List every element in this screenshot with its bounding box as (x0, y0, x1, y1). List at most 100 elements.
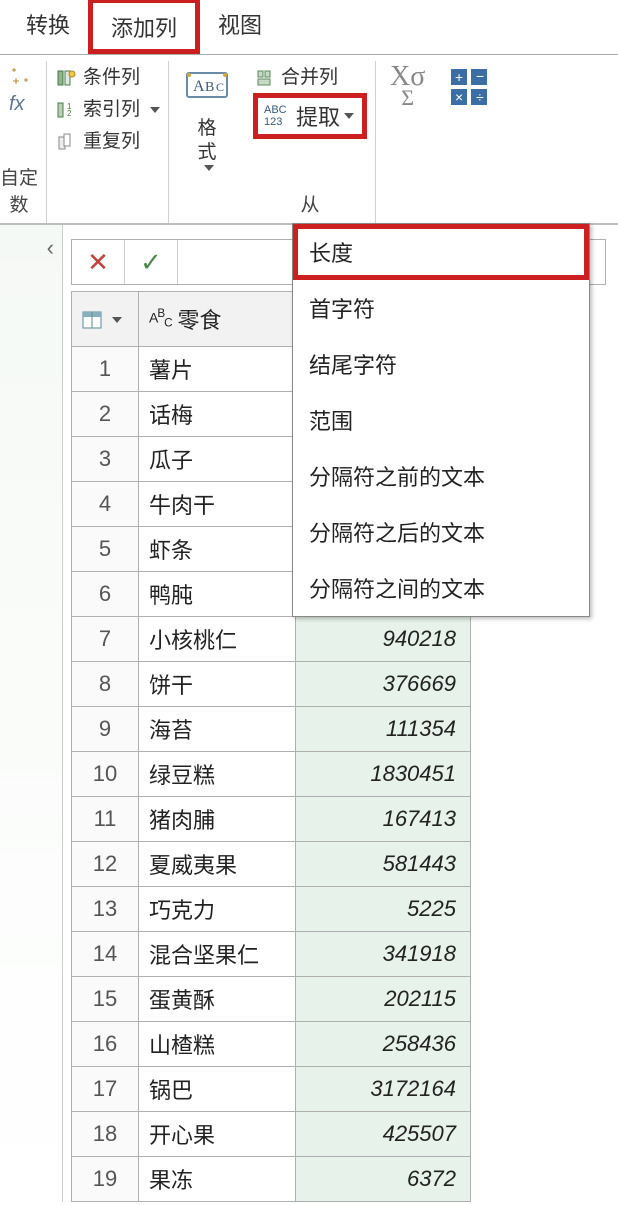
cell-value[interactable]: 425507 (296, 1112, 471, 1157)
ribbon-group-stats: XσΣ + − × ÷ (376, 61, 503, 223)
cell-name[interactable]: 蛋黄酥 (139, 977, 296, 1022)
cell-value[interactable]: 167413 (296, 797, 471, 842)
column-header-name[interactable]: ABC 零食 (139, 292, 296, 347)
row-number: 6 (72, 572, 139, 617)
table-row[interactable]: 18开心果425507 (72, 1112, 471, 1157)
dropdown-item-firstchar[interactable]: 首字符 (293, 280, 589, 336)
extract-icon: ABC123 (262, 101, 292, 131)
cell-value[interactable]: 940218 (296, 617, 471, 662)
conditional-column-button[interactable]: 条件列 (55, 65, 160, 91)
svg-text:B: B (205, 80, 214, 95)
merge-columns-label: 合并列 (281, 65, 338, 91)
row-header-corner[interactable] (72, 292, 139, 347)
svg-text:+: + (455, 69, 463, 85)
cell-name[interactable]: 鸭肫 (139, 572, 296, 617)
group-label-text: 从 (301, 184, 320, 223)
cell-value[interactable]: 581443 (296, 842, 471, 887)
format-button[interactable]: A B C 格 式 (177, 65, 237, 223)
svg-text:C: C (216, 80, 224, 94)
cell-name[interactable]: 虾条 (139, 527, 296, 572)
text-type-icon: ABC (149, 308, 172, 329)
cell-name[interactable]: 小核桃仁 (139, 617, 296, 662)
cell-name[interactable]: 果冻 (139, 1157, 296, 1202)
row-number: 12 (72, 842, 139, 887)
conditional-column-icon (55, 67, 77, 89)
row-number: 17 (72, 1067, 139, 1112)
row-number: 2 (72, 392, 139, 437)
dropdown-item-between-delim[interactable]: 分隔符之间的文本 (293, 560, 589, 616)
cell-value[interactable]: 376669 (296, 662, 471, 707)
chevron-down-icon (112, 317, 122, 323)
table-row[interactable]: 7小核桃仁940218 (72, 617, 471, 662)
cell-name[interactable]: 绿豆糕 (139, 752, 296, 797)
cell-name[interactable]: 混合坚果仁 (139, 932, 296, 977)
dropdown-item-after-delim[interactable]: 分隔符之后的文本 (293, 504, 589, 560)
row-number: 11 (72, 797, 139, 842)
extract-label: 提取 (296, 100, 340, 132)
cell-name[interactable]: 开心果 (139, 1112, 296, 1157)
extract-button[interactable]: ABC123 提取 (253, 93, 367, 139)
tab-view[interactable]: 视图 (200, 0, 280, 46)
fx-icon: fx (9, 93, 31, 116)
table-row[interactable]: 17锅巴3172164 (72, 1067, 471, 1112)
table-row[interactable]: 9海苔111354 (72, 707, 471, 752)
dropdown-item-length[interactable]: 长度 (293, 224, 589, 280)
table-row[interactable]: 14混合坚果仁341918 (72, 932, 471, 977)
cell-name[interactable]: 瓜子 (139, 437, 296, 482)
row-number: 10 (72, 752, 139, 797)
extract-dropdown: 长度 首字符 结尾字符 范围 分隔符之前的文本 分隔符之后的文本 分隔符之间的文… (292, 223, 590, 617)
cell-value[interactable]: 258436 (296, 1022, 471, 1067)
merge-columns-button[interactable]: 合并列 (253, 65, 367, 91)
cell-value[interactable]: 3172164 (296, 1067, 471, 1112)
cell-name[interactable]: 话梅 (139, 392, 296, 437)
dropdown-item-lastchar[interactable]: 结尾字符 (293, 336, 589, 392)
cell-name[interactable]: 海苔 (139, 707, 296, 752)
accept-formula-button[interactable]: ✓ (125, 240, 178, 284)
index-column-label: 索引列 (83, 97, 140, 123)
row-number: 8 (72, 662, 139, 707)
table-row[interactable]: 11猪肉脯167413 (72, 797, 471, 842)
calc-button[interactable]: + − × ÷ (443, 65, 495, 114)
table-row[interactable]: 13巧克力5225 (72, 887, 471, 932)
cell-value[interactable]: 1830451 (296, 752, 471, 797)
cell-name[interactable]: 夏威夷果 (139, 842, 296, 887)
conditional-column-label: 条件列 (83, 65, 140, 91)
svg-text:÷: ÷ (476, 89, 484, 105)
cell-name[interactable]: 猪肉脯 (139, 797, 296, 842)
table-row[interactable]: 19果冻6372 (72, 1157, 471, 1202)
table-row[interactable]: 15蛋黄酥202115 (72, 977, 471, 1022)
duplicate-column-button[interactable]: 重复列 (55, 129, 160, 155)
cell-value[interactable]: 341918 (296, 932, 471, 977)
group-label-custom: 自定 数 (0, 157, 38, 223)
sparkle-icon (9, 65, 31, 87)
dropdown-item-range[interactable]: 范围 (293, 392, 589, 448)
cell-value[interactable]: 5225 (296, 887, 471, 932)
cell-name[interactable]: 薯片 (139, 347, 296, 392)
dropdown-item-before-delim[interactable]: 分隔符之前的文本 (293, 448, 589, 504)
queries-pane: ‹ (0, 225, 63, 1202)
row-number: 15 (72, 977, 139, 1022)
cancel-formula-button[interactable]: ✕ (72, 240, 125, 284)
format-label: 格 式 (198, 117, 217, 165)
index-column-button[interactable]: 12 索引列 (55, 97, 160, 123)
table-row[interactable]: 12夏威夷果581443 (72, 842, 471, 887)
cell-value[interactable]: 202115 (296, 977, 471, 1022)
svg-text:2: 2 (67, 109, 72, 118)
cell-value[interactable]: 111354 (296, 707, 471, 752)
stats-button[interactable]: XσΣ (384, 65, 431, 114)
cell-name[interactable]: 锅巴 (139, 1067, 296, 1112)
cell-name[interactable]: 牛肉干 (139, 482, 296, 527)
tab-add-column[interactable]: 添加列 (88, 0, 200, 54)
cell-name[interactable]: 山楂糕 (139, 1022, 296, 1067)
cell-name[interactable]: 饼干 (139, 662, 296, 707)
svg-text:123: 123 (264, 116, 282, 128)
table-icon (82, 306, 108, 331)
tab-transform[interactable]: 转换 (8, 0, 88, 46)
table-row[interactable]: 10绿豆糕1830451 (72, 752, 471, 797)
row-number: 14 (72, 932, 139, 977)
cell-name[interactable]: 巧克力 (139, 887, 296, 932)
table-row[interactable]: 8饼干376669 (72, 662, 471, 707)
table-row[interactable]: 16山楂糕258436 (72, 1022, 471, 1067)
collapse-chevron-icon[interactable]: ‹ (47, 235, 54, 261)
cell-value[interactable]: 6372 (296, 1157, 471, 1202)
